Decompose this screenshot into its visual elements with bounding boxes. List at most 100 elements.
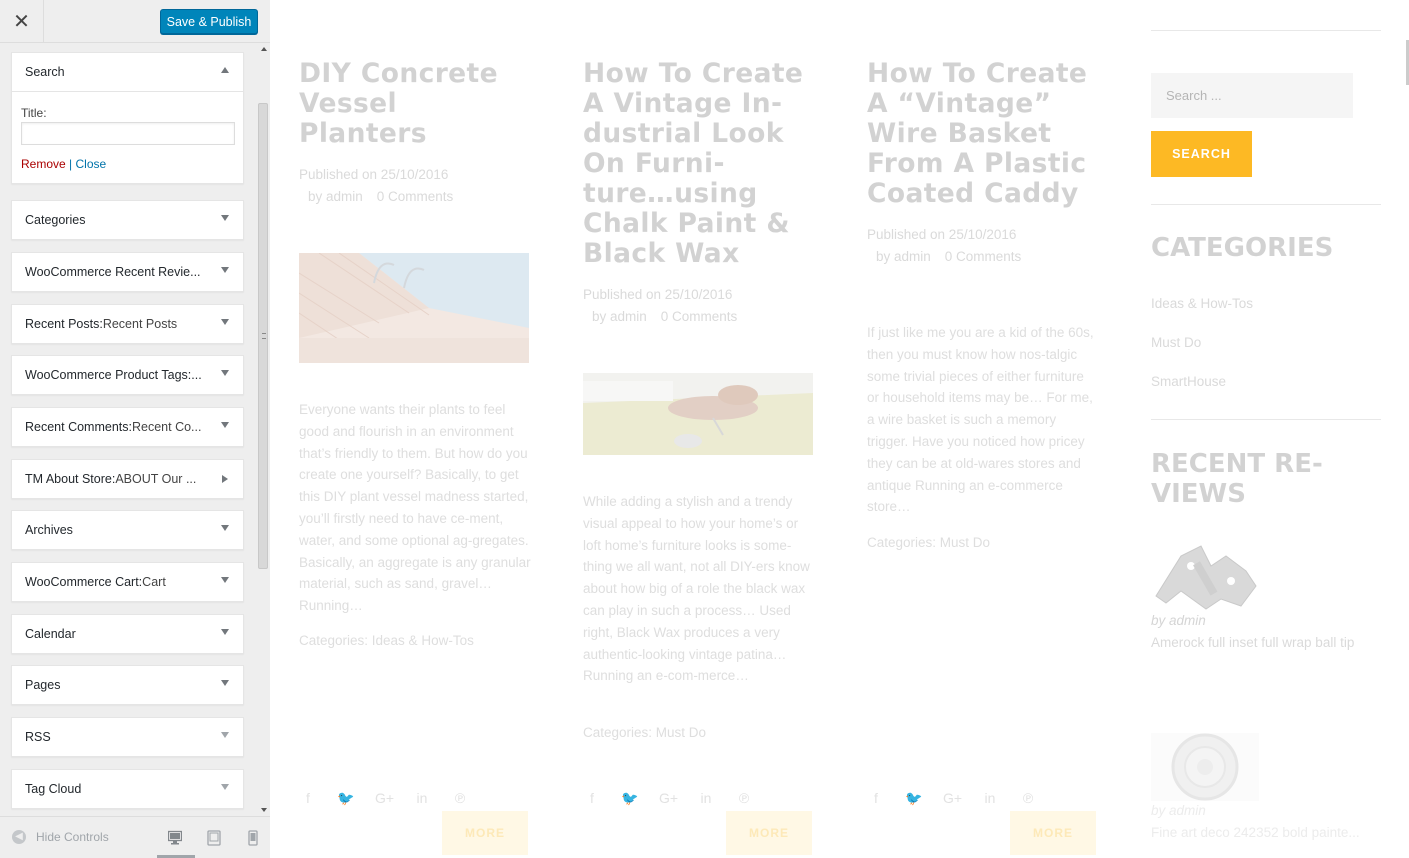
desktop-icon[interactable] [168,830,182,846]
widget-rss: RSS [11,717,244,757]
post-title[interactable]: How To Create A Vintage In-dustrial Look… [583,59,815,269]
widget-woo-recent-reviews: WooCommerce Recent Revie... [11,252,244,292]
search-button[interactable]: SEARCH [1151,131,1252,177]
hide-controls-button[interactable]: ◀ Hide Controls [12,830,109,844]
twitter-icon[interactable]: 🐦 [337,790,355,807]
widget-header[interactable]: WooCommerce Product Tags:... [12,356,243,394]
twitter-icon[interactable]: 🐦 [621,790,639,807]
scroll-down-arrow-icon[interactable] [261,808,267,812]
title-field[interactable] [21,122,235,145]
post-categories[interactable]: Categories: Must Do [867,535,990,550]
search-input[interactable]: Search ... [1151,73,1353,118]
chevron-down-icon[interactable] [221,732,229,738]
review-product-link[interactable]: Amerock full inset full wrap ball tip [1151,635,1381,650]
widget-header[interactable]: Pages [12,666,243,704]
remove-link[interactable]: Remove [21,157,66,171]
google-plus-icon[interactable]: G+ [943,790,962,807]
google-plus-icon[interactable]: G+ [659,790,678,807]
post-comments[interactable]: 0 Comments [647,309,738,324]
mobile-icon[interactable] [246,830,260,846]
widget-title: WooCommerce Product Tags:... [25,368,202,382]
widget-header[interactable]: Recent Posts: Recent Posts [12,305,243,343]
widget-title: Tag Cloud [25,782,82,796]
chevron-down-icon[interactable] [221,267,229,273]
tablet-icon[interactable] [207,830,221,846]
category-link[interactable]: Must Do [1151,335,1201,350]
grip-icon [262,333,266,339]
chevron-down-icon[interactable] [221,784,229,790]
close-icon[interactable]: ✕ [0,0,44,42]
save-publish-button[interactable]: Save & Publish [160,9,258,34]
facebook-icon[interactable]: f [299,790,317,807]
post-image-chair[interactable] [583,373,813,455]
chevron-down-icon[interactable] [221,525,229,531]
widget-header[interactable]: WooCommerce Cart: Cart [12,563,243,601]
customizer-panel: ✕ Save & Publish Search Title: Remove | … [0,0,270,858]
post-image-pool[interactable] [299,253,529,363]
post-author[interactable]: by admin [867,249,931,264]
post-categories[interactable]: Categories: Ideas & How-Tos [299,633,474,648]
customizer-footer: ◀ Hide Controls [0,816,270,858]
widget-list: Search Title: Remove | Close Categories … [0,43,270,816]
widget-header[interactable]: Calendar [12,615,243,653]
widget-header[interactable]: RSS [12,718,243,756]
post-title[interactable]: How To Create A “Vintage” Wire Basket Fr… [867,59,1099,209]
widget-calendar: Calendar [11,614,244,654]
widget-title: Calendar [25,627,76,641]
post-excerpt: If just like me you are a kid of the 60s… [867,325,1094,515]
chevron-down-icon[interactable] [221,370,229,376]
chevron-down-icon[interactable] [221,577,229,583]
widget-title: Categories [25,213,86,227]
review-product-link[interactable]: Fine art deco 242352 bold painte... [1151,825,1381,840]
widget-header[interactable]: Recent Comments: Recent Co... [12,408,243,446]
widget-header[interactable]: WooCommerce Recent Revie... [12,253,243,291]
chevron-up-icon[interactable] [221,67,229,73]
sidebar-scrollbar[interactable] [256,43,270,816]
scrollbar-thumb[interactable] [258,103,268,569]
category-link[interactable]: Ideas & How-Tos [1151,296,1253,311]
more-button[interactable]: MORE [1010,811,1096,855]
chevron-down-icon[interactable] [221,629,229,635]
more-button[interactable]: MORE [442,811,528,855]
widget-search: Search Title: Remove | Close [11,52,244,184]
post-title[interactable]: DIY Concrete Vessel Planters [299,59,531,149]
widget-header[interactable]: Categories [12,201,243,239]
pinterest-icon[interactable]: ℗ [451,790,469,807]
more-button[interactable]: MORE [726,811,812,855]
linkedin-icon[interactable]: in [413,790,431,807]
post-date: Published on 25/10/2016 [867,227,1017,242]
review-author: by admin [1151,613,1206,628]
review-product-image-hinge[interactable] [1151,541,1259,611]
review-author: by admin [1151,803,1206,818]
facebook-icon[interactable]: f [867,790,885,807]
widget-search-header[interactable]: Search [12,53,243,91]
customizer-header: ✕ Save & Publish [0,0,270,43]
post-author[interactable]: by admin [583,309,647,324]
pinterest-icon[interactable]: ℗ [1019,790,1037,807]
google-plus-icon[interactable]: G+ [375,790,394,807]
post-comments[interactable]: 0 Comments [363,189,454,204]
linkedin-icon[interactable]: in [697,790,715,807]
linkedin-icon[interactable]: in [981,790,999,807]
chevron-right-icon[interactable] [222,475,228,483]
chevron-down-icon[interactable] [221,215,229,221]
category-link[interactable]: SmartHouse [1151,374,1226,389]
chevron-down-icon[interactable] [221,680,229,686]
separator: | [69,157,73,171]
post-categories[interactable]: Categories: Must Do [583,725,706,740]
widget-title: Archives [25,523,73,537]
post-comments[interactable]: 0 Comments [931,249,1022,264]
pinterest-icon[interactable]: ℗ [735,790,753,807]
scroll-up-arrow-icon[interactable] [261,47,267,51]
review-product-image-medallion[interactable] [1151,733,1259,801]
widget-header[interactable]: Archives [12,511,243,549]
post-author[interactable]: by admin [299,189,363,204]
chevron-down-icon[interactable] [221,422,229,428]
facebook-icon[interactable]: f [583,790,601,807]
close-link[interactable]: Close [76,157,107,171]
widget-header[interactable]: Tag Cloud [12,770,243,808]
widget-header[interactable]: TM About Store: ABOUT Our ... [12,460,243,498]
twitter-icon[interactable]: 🐦 [905,790,923,807]
chevron-down-icon[interactable] [221,319,229,325]
widget-subtitle: ABOUT Our ... [115,472,197,486]
